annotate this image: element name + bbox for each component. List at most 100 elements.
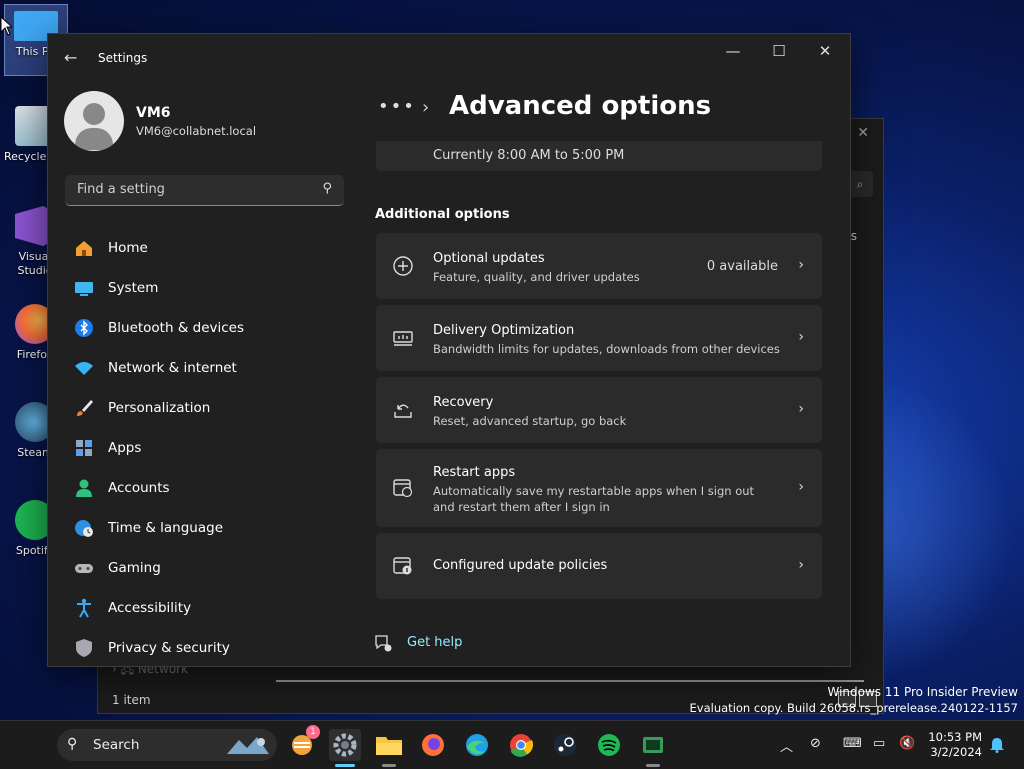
gear-icon — [333, 733, 357, 757]
policy-icon — [393, 557, 412, 575]
sidebar-item-accessibility[interactable]: Accessibility — [65, 588, 345, 628]
explorer-close-icon[interactable]: ✕ — [857, 125, 869, 141]
sidebar-item-personalization[interactable]: Personalization — [65, 388, 345, 428]
minimize-button[interactable]: — — [710, 42, 756, 60]
sidebar-item-bluetooth[interactable]: Bluetooth & devices — [65, 308, 345, 348]
speaker-muted-icon[interactable]: 🔇 — [899, 736, 915, 751]
sidebar-item-label: Home — [108, 240, 148, 256]
get-help-label: Get help — [407, 635, 463, 650]
taskbar: ⚲ Search 1 ︿ ⊘ ⌨ ▭ 🔇 10:53 PM 3/2/2024 — [0, 720, 1024, 769]
search-icon[interactable]: ⚲ — [322, 181, 332, 196]
card-subtitle: Automatically save my restartable apps w… — [433, 484, 755, 514]
optional-updates-card[interactable]: Optional updates Feature, quality, and d… — [376, 233, 822, 299]
chrome-icon — [510, 734, 534, 757]
find-setting-box[interactable]: ⚲ — [65, 175, 344, 206]
active-hours-card[interactable]: Currently 8:00 AM to 5:00 PM — [376, 141, 822, 171]
controller-icon — [75, 564, 93, 573]
sidebar-item-accounts[interactable]: Accounts — [65, 468, 345, 508]
settings-window: ← Settings — ☐ ✕ VM6 VM6@collabnet.local… — [47, 33, 851, 667]
clock-date: 3/2/2024 — [930, 745, 982, 759]
shield-icon — [76, 639, 92, 657]
sidebar-item-label: Bluetooth & devices — [108, 320, 245, 336]
recovery-icon — [394, 404, 412, 418]
sidebar-item-label: Privacy & security — [108, 640, 230, 656]
steam-icon — [554, 734, 576, 756]
sidebar-item-system[interactable]: System — [65, 268, 345, 308]
search-highlight-art-icon — [227, 737, 269, 754]
sidebar-item-time-language[interactable]: Time & language — [65, 508, 345, 548]
profile-email: VM6@collabnet.local — [136, 124, 257, 138]
explorer-status-text: 1 item — [112, 693, 151, 707]
sidebar-item-label: Apps — [108, 440, 142, 456]
taskbar-settings[interactable] — [329, 729, 361, 767]
search-input[interactable] — [75, 181, 309, 198]
configured-update-policies-card[interactable]: Configured update policies › — [376, 533, 822, 599]
wifi-icon — [75, 362, 93, 375]
network-off-icon[interactable]: ⊘ — [810, 736, 821, 751]
person-icon — [76, 479, 92, 497]
card-title: Recovery — [433, 395, 494, 410]
card-title: Delivery Optimization — [433, 323, 575, 338]
sidebar-item-apps[interactable]: Apps — [65, 428, 345, 468]
delivery-optimization-card[interactable]: Delivery Optimization Bandwidth limits f… — [376, 305, 822, 371]
recovery-card[interactable]: Recovery Reset, advanced startup, go bac… — [376, 377, 822, 443]
sidebar-item-gaming[interactable]: Gaming — [65, 548, 345, 588]
maximize-button[interactable]: ☐ — [756, 42, 802, 60]
explorer-horizontal-scrollbar[interactable] — [276, 680, 864, 682]
brush-icon — [77, 400, 93, 416]
taskbar-widgets[interactable]: 1 — [286, 725, 320, 761]
breadcrumb-overflow-button[interactable]: ••• — [378, 96, 416, 117]
settings-titlebar: ← Settings — ☐ ✕ — [48, 34, 850, 82]
sidebar-item-label: Network & internet — [108, 360, 237, 376]
taskbar-edge[interactable] — [461, 729, 493, 761]
restart-apps-card[interactable]: Restart apps Automatically save my resta… — [376, 449, 822, 527]
taskbar-spotify[interactable] — [593, 729, 625, 761]
keyboard-icon[interactable]: ⌨ — [843, 736, 862, 751]
card-title: Configured update policies — [433, 558, 608, 573]
accessibility-icon — [77, 598, 91, 618]
taskbar-file-explorer[interactable] — [373, 729, 405, 767]
avatar[interactable] — [64, 91, 124, 151]
taskbar-terminal-app[interactable] — [637, 729, 669, 767]
watermark-edition: Windows 11 Pro Insider Preview — [827, 685, 1018, 699]
sidebar-item-privacy-security[interactable]: Privacy & security — [65, 628, 345, 668]
apps-icon — [76, 440, 92, 456]
card-title: Restart apps — [433, 465, 516, 480]
chevron-right-icon: › — [798, 557, 804, 573]
bluetooth-icon — [75, 319, 93, 337]
sidebar-item-label: Accessibility — [108, 600, 192, 616]
sidebar-item-home[interactable]: Home — [65, 228, 345, 268]
firefox-icon — [422, 734, 444, 756]
page-title: Advanced options — [449, 91, 712, 121]
close-button[interactable]: ✕ — [802, 42, 848, 60]
section-title: Additional options — [375, 207, 510, 222]
spotify-icon — [598, 734, 620, 756]
taskbar-chrome[interactable] — [505, 729, 537, 761]
taskbar-steam[interactable] — [549, 729, 581, 761]
sidebar-item-network[interactable]: Network & internet — [65, 348, 345, 388]
card-title: Optional updates — [433, 251, 545, 266]
monitor-icon — [75, 282, 93, 296]
taskbar-clock[interactable]: 10:53 PM 3/2/2024 — [920, 730, 982, 760]
delivery-optimization-icon — [393, 331, 413, 346]
globe-clock-icon — [75, 520, 93, 537]
widgets-badge: 1 — [306, 725, 320, 739]
sidebar-item-label: Gaming — [108, 560, 161, 576]
chevron-up-icon[interactable]: ︿ — [780, 736, 793, 755]
display-icon[interactable]: ▭ — [873, 736, 885, 751]
taskbar-firefox[interactable] — [417, 729, 449, 761]
chevron-right-icon: › — [798, 329, 804, 345]
chevron-right-icon: › — [798, 257, 804, 273]
home-icon — [76, 241, 92, 256]
restart-apps-icon — [393, 479, 413, 498]
back-arrow-icon[interactable]: ← — [64, 48, 77, 67]
terminal-app-icon — [643, 737, 663, 753]
taskbar-search[interactable]: ⚲ Search — [57, 729, 277, 761]
app-title: Settings — [98, 51, 148, 65]
edge-icon — [466, 734, 488, 756]
sidebar-nav: Home System Bluetooth & devices Network … — [65, 228, 345, 668]
active-hours-text: Currently 8:00 AM to 5:00 PM — [433, 148, 625, 163]
notification-bell-icon[interactable] — [989, 737, 1005, 753]
card-subtitle: Reset, advanced startup, go back — [433, 414, 627, 428]
sidebar-item-label: Personalization — [108, 400, 211, 416]
